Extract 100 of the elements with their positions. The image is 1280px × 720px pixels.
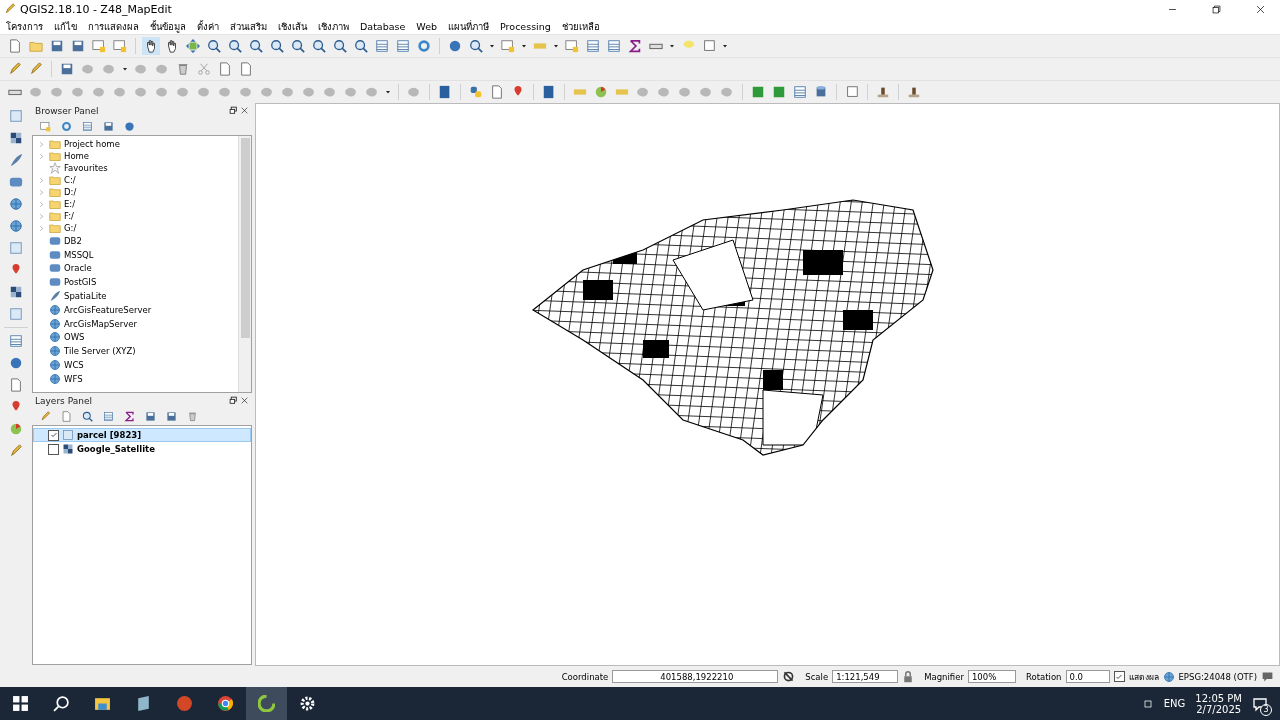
menu-item[interactable]: เชิงเส้น (278, 18, 307, 34)
tree-item[interactable]: Home (33, 150, 238, 162)
render-checkbox[interactable] (1113, 671, 1125, 682)
zoom-icon (312, 39, 326, 53)
tree-item[interactable]: ArcGisMapServer (33, 316, 238, 331)
toolbar-button[interactable] (605, 37, 623, 55)
menu-item[interactable]: Database (360, 20, 406, 32)
tree-item[interactable]: F:/ (33, 210, 238, 222)
tree-item[interactable]: WCS (33, 358, 238, 372)
toolbar-button[interactable] (352, 37, 370, 55)
tree-item[interactable]: DB2 (33, 234, 238, 248)
folder-icon (49, 174, 61, 186)
blob-icon (407, 85, 421, 99)
maximize-icon (1210, 3, 1222, 15)
stamp-icon (876, 85, 890, 99)
close-icon (240, 396, 249, 405)
tree-item[interactable]: WFS (33, 371, 238, 386)
toolbar-button[interactable] (7, 195, 25, 213)
menu-item[interactable]: การแสดงผล (88, 18, 139, 34)
layer-item[interactable]: parcel [9823] (33, 428, 251, 442)
toolbar-button[interactable] (226, 37, 244, 55)
tree-item[interactable]: Project home (33, 138, 238, 150)
tree-item[interactable]: Tile Server (XYZ) (33, 344, 238, 359)
tree-item[interactable]: G:/ (33, 222, 238, 234)
toolbar-button[interactable] (205, 37, 223, 55)
tree-item[interactable]: MSSQL (33, 247, 238, 262)
toolbar-button[interactable] (289, 37, 307, 55)
zoom-icon (354, 39, 368, 53)
toolbar-button[interactable] (331, 37, 349, 55)
layer-item[interactable]: Google_Satellite (33, 442, 251, 456)
blob-icon (29, 85, 43, 99)
menu-item[interactable]: ส่วนเสริม (230, 18, 267, 34)
toolbar-button[interactable] (268, 37, 286, 55)
menu-item[interactable]: ตั้งค่า (197, 18, 219, 34)
toolbar-button[interactable] (184, 37, 202, 55)
tree-item[interactable]: Favourites (33, 162, 238, 174)
zoom-icon (249, 39, 263, 53)
toolbar-button[interactable] (584, 37, 602, 55)
scrollbar[interactable] (238, 136, 251, 392)
hand-icon (144, 39, 158, 53)
magnifier-label: Magnifier (924, 671, 964, 682)
blob-icon (365, 85, 379, 99)
hand-icon (165, 39, 179, 53)
toolbar-button[interactable] (791, 83, 809, 101)
zoom-icon (81, 411, 93, 422)
tree-item[interactable]: SpatiaLite (33, 289, 238, 303)
tree-item[interactable]: PostGIS (33, 275, 238, 290)
raster-icon (62, 443, 74, 455)
toolbar-button[interactable] (310, 37, 328, 55)
menu-item[interactable]: แก้ไข (54, 18, 77, 34)
magnifier-field[interactable]: 100% (967, 670, 1016, 683)
tree-item[interactable]: D:/ (33, 186, 238, 198)
scale-field[interactable]: 1:121,549 (832, 670, 899, 683)
blob-icon (50, 85, 64, 99)
blob-icon (260, 85, 274, 99)
menu-item[interactable]: Processing (500, 20, 551, 32)
caret-icon (384, 88, 392, 96)
tree-item[interactable]: Oracle (33, 261, 238, 276)
clock[interactable]: 12:05 PM 2/7/2025 (1195, 692, 1242, 715)
blob-icon (657, 85, 671, 99)
toolbar-button[interactable] (394, 37, 412, 55)
toolbar-button[interactable] (7, 332, 25, 350)
table-icon (793, 85, 807, 99)
globe-icon (49, 359, 61, 372)
toolbar-button[interactable] (373, 37, 391, 55)
tree-item[interactable]: E:/ (33, 198, 238, 210)
tree-item[interactable]: OWS (33, 330, 238, 345)
rotation-field[interactable]: 0.0 (1065, 670, 1110, 683)
globe-icon (9, 197, 23, 211)
sigma-icon (628, 39, 642, 53)
database-icon (49, 276, 61, 289)
menu-item[interactable]: ชั้นข้อมูล (150, 18, 186, 34)
menu-item[interactable]: Web (416, 20, 438, 32)
folder-icon (49, 222, 61, 234)
messages-icon (1261, 670, 1274, 683)
tree-item[interactable]: ArcGisFeatureServer (33, 303, 238, 317)
toolbar-button[interactable] (247, 37, 265, 55)
map-canvas[interactable] (255, 103, 1280, 666)
trash-icon (176, 62, 190, 76)
layer-checkbox[interactable] (48, 443, 59, 455)
crs-button[interactable]: EPSG:24048 (OTF) (1178, 671, 1257, 682)
zoom-icon (207, 39, 221, 53)
tick-icon (1115, 672, 1123, 681)
toolbar-button[interactable] (7, 217, 25, 235)
feather-icon (9, 153, 23, 167)
language-indicator[interactable]: ENG (1163, 698, 1186, 709)
menu-item[interactable]: แผนที่ภาษี (448, 18, 490, 34)
coordinate-field[interactable]: 401588,1922210 (612, 670, 779, 683)
menu-item[interactable]: เชิงภาพ (318, 18, 349, 34)
globe-icon (49, 331, 61, 344)
blob-icon (92, 85, 106, 99)
caret-icon (121, 65, 129, 73)
menu-item[interactable]: ช่วยเหลือ (561, 18, 600, 34)
toolbar-button[interactable] (467, 37, 485, 55)
toolbar-button[interactable] (142, 37, 160, 55)
tree-item[interactable]: C:/ (33, 174, 238, 186)
menu-item[interactable]: โครงการ (6, 18, 43, 34)
float-icon (229, 396, 238, 405)
rotation-label: Rotation (1025, 671, 1062, 682)
layer-checkbox[interactable] (48, 429, 59, 441)
